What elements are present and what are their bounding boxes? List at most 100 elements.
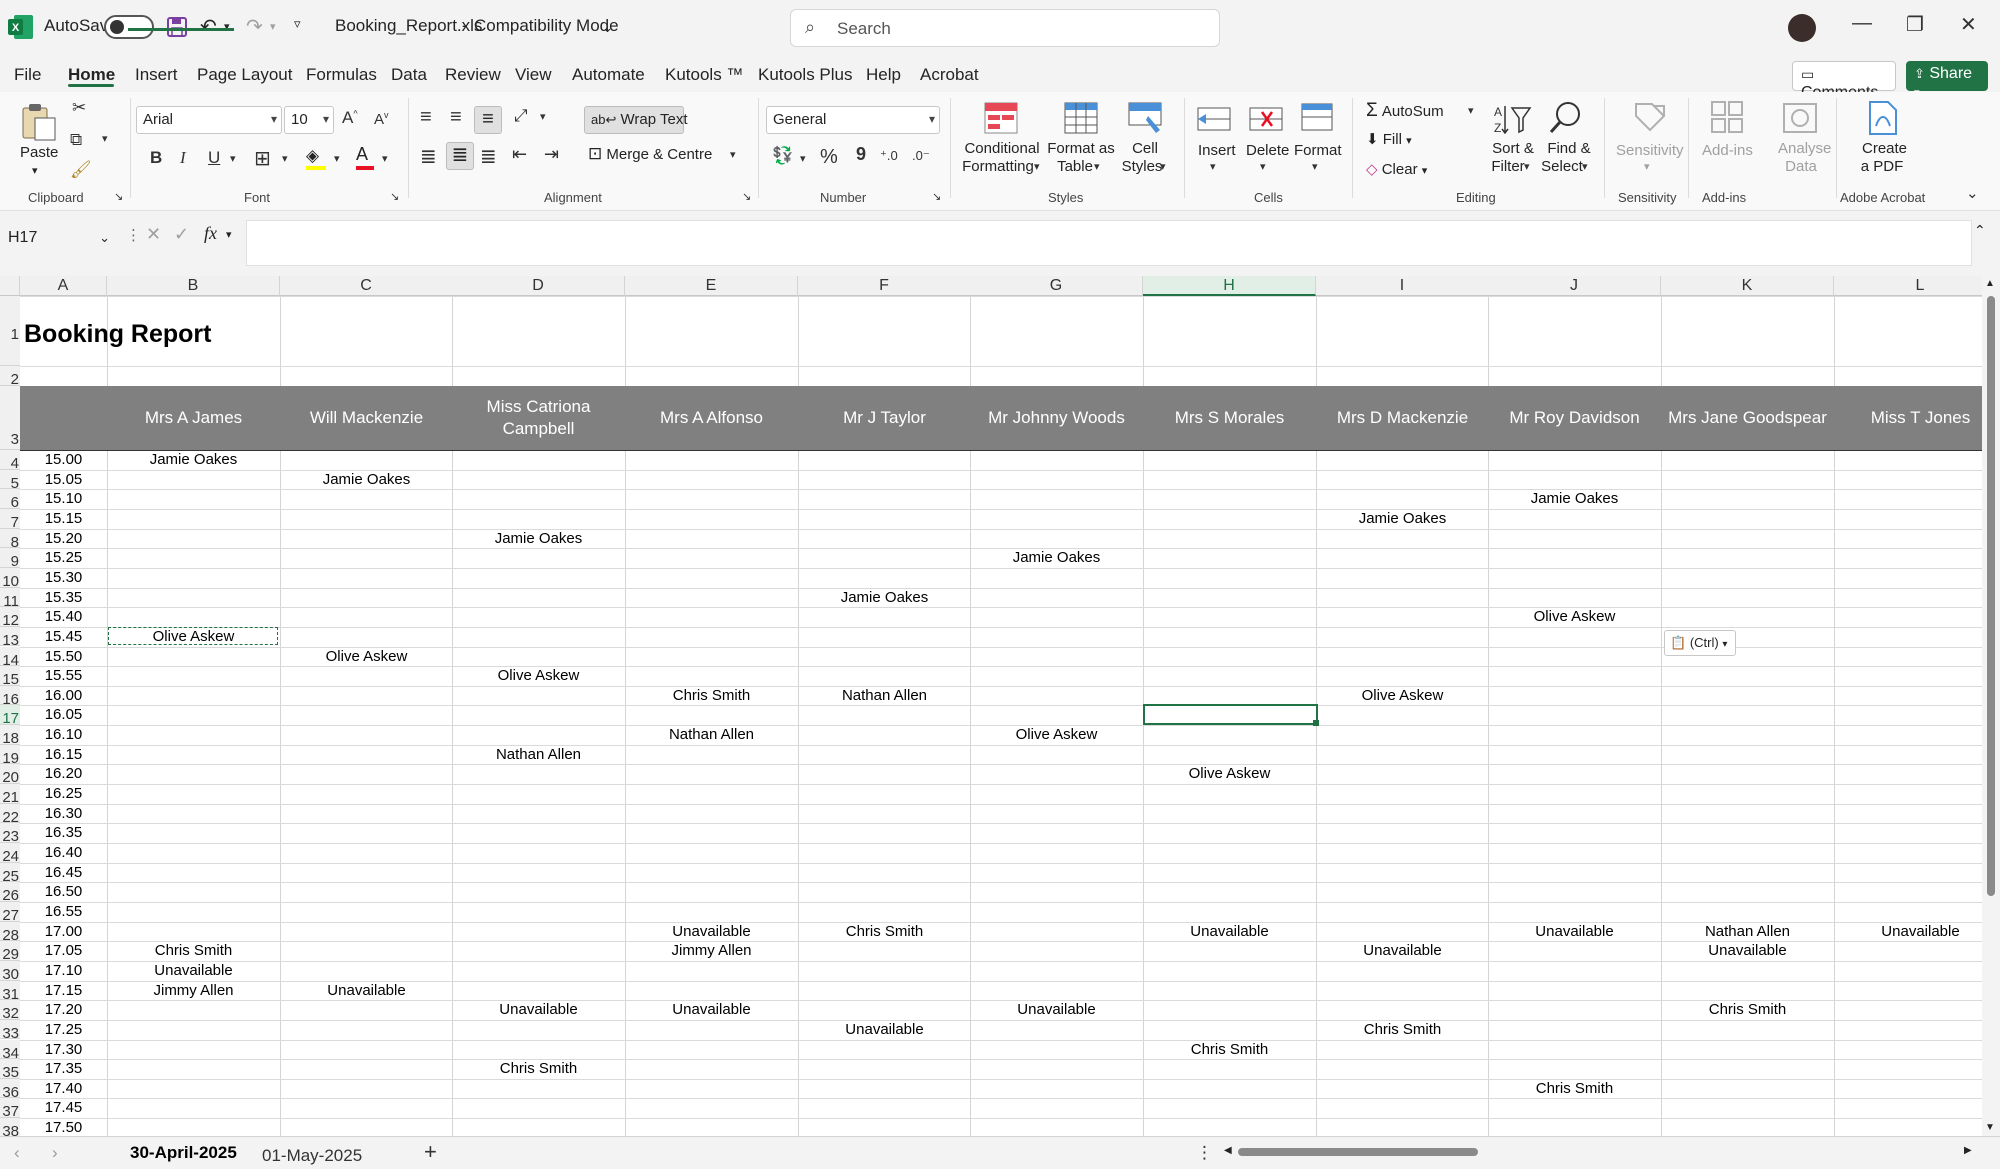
row-header[interactable]: 25: [0, 862, 20, 885]
report-title[interactable]: Booking Report: [24, 320, 212, 349]
booking-cell[interactable]: Jimmy Allen: [625, 942, 798, 959]
booking-cell[interactable]: Jamie Oakes: [452, 530, 625, 547]
booking-cell[interactable]: Unavailable: [280, 982, 453, 999]
find-select-icon[interactable]: [1548, 100, 1584, 141]
row-header[interactable]: 23: [0, 823, 20, 845]
scroll-down-icon[interactable]: ▼: [1985, 1122, 1995, 1133]
chevron-down-icon[interactable]: ▾: [1582, 160, 1588, 173]
accounting-dropdown-icon[interactable]: ▾: [800, 152, 806, 165]
decrease-indent-icon[interactable]: ⇤: [512, 144, 527, 165]
paste-dropdown-icon[interactable]: ▾: [32, 162, 38, 180]
cut-icon[interactable]: ✂: [72, 98, 86, 118]
increase-decimal-icon[interactable]: ⁺.0: [880, 148, 898, 164]
fill-color-dropdown-icon[interactable]: ▾: [334, 152, 340, 165]
undo-dropdown-icon[interactable]: ▾: [224, 20, 230, 33]
row-header[interactable]: 1: [0, 296, 20, 366]
column-header-d[interactable]: D: [452, 276, 625, 296]
booking-cell[interactable]: Unavailable: [452, 1001, 625, 1018]
row-header[interactable]: 24: [0, 843, 20, 865]
decrease-font-icon[interactable]: Av: [374, 110, 389, 128]
time-cell[interactable]: 15.25: [20, 549, 107, 566]
column-header-c[interactable]: C: [280, 276, 453, 296]
row-header[interactable]: 13: [0, 626, 20, 649]
chevron-down-icon[interactable]: ▾: [226, 228, 232, 241]
time-cell[interactable]: 15.55: [20, 667, 107, 684]
row-header[interactable]: 37: [0, 1098, 20, 1120]
align-center-icon[interactable]: ≣: [446, 142, 474, 170]
row-header[interactable]: 19: [0, 744, 20, 767]
tab-page-layout[interactable]: Page Layout: [197, 65, 292, 85]
booking-cell[interactable]: Jamie Oakes: [1488, 490, 1661, 507]
chevron-down-icon[interactable]: ▾: [1094, 160, 1100, 173]
align-top-icon[interactable]: ≡: [420, 106, 432, 129]
row-header[interactable]: 15: [0, 666, 20, 688]
delete-label[interactable]: Delete: [1246, 142, 1289, 160]
booking-cell[interactable]: Unavailable: [625, 1001, 798, 1018]
clipboard-launcher-icon[interactable]: ↘: [114, 190, 123, 203]
font-size-select[interactable]: 10 ▾: [284, 106, 334, 134]
create-pdf-label-1[interactable]: Create: [1862, 140, 1907, 158]
booking-cell[interactable]: Chris Smith: [798, 923, 971, 940]
underline-icon[interactable]: U: [208, 148, 220, 168]
underline-dropdown-icon[interactable]: ▾: [230, 152, 236, 165]
chevron-down-icon[interactable]: ▾: [1034, 160, 1040, 173]
row-header[interactable]: 34: [0, 1039, 20, 1062]
time-cell[interactable]: 17.30: [20, 1041, 107, 1058]
booking-cell[interactable]: Nathan Allen: [1661, 923, 1834, 940]
borders-icon[interactable]: ⊞: [254, 146, 271, 171]
vertical-scroll-thumb[interactable]: [1987, 296, 1995, 896]
booking-cell[interactable]: Jamie Oakes: [798, 589, 971, 606]
sheet-tab-30-april[interactable]: 30-April-2025: [130, 1143, 237, 1163]
tab-view[interactable]: View: [515, 65, 552, 85]
insert-function-icon[interactable]: fx: [204, 223, 217, 244]
conditional-formatting-label-2[interactable]: Formatting: [958, 158, 1038, 176]
tab-help[interactable]: Help: [866, 65, 901, 85]
column-header-g[interactable]: G: [970, 276, 1143, 296]
sort-filter-label-2[interactable]: Filter: [1488, 158, 1528, 176]
chevron-down-icon[interactable]: ▾: [1260, 160, 1266, 173]
cell-styles-label-2[interactable]: Styles: [1120, 158, 1164, 176]
horizontal-scrollbar[interactable]: ◀ ▶: [1222, 1143, 1978, 1161]
column-header-i[interactable]: I: [1316, 276, 1489, 296]
column-header-a[interactable]: A: [20, 276, 107, 296]
tab-automate[interactable]: Automate: [572, 65, 645, 85]
redo-dropdown-icon[interactable]: ▾: [270, 20, 276, 33]
bold-icon[interactable]: B: [150, 148, 162, 168]
booking-cell[interactable]: Chris Smith: [1488, 1080, 1661, 1097]
create-pdf-icon[interactable]: [1866, 100, 1900, 141]
booking-cell[interactable]: Olive Askew: [452, 667, 625, 684]
row-header[interactable]: 2: [0, 366, 20, 388]
time-cell[interactable]: 16.25: [20, 785, 107, 802]
row-header[interactable]: 35: [0, 1059, 20, 1081]
staff-header[interactable]: Mr Roy Davidson: [1488, 386, 1661, 450]
row-header[interactable]: 33: [0, 1019, 20, 1042]
column-header-f[interactable]: F: [798, 276, 971, 296]
booking-cell[interactable]: Jamie Oakes: [280, 471, 453, 488]
autosave-toggle[interactable]: [104, 15, 154, 39]
row-header[interactable]: 26: [0, 882, 20, 904]
row-header[interactable]: 36: [0, 1078, 20, 1101]
decrease-decimal-icon[interactable]: .0⁻: [912, 148, 930, 164]
copy-dropdown-icon[interactable]: ▾: [102, 132, 108, 145]
time-cell[interactable]: 17.20: [20, 1001, 107, 1018]
row-header[interactable]: 11: [0, 587, 20, 610]
time-cell[interactable]: 17.00: [20, 923, 107, 940]
customize-toolbar-icon[interactable]: ▿: [294, 16, 301, 32]
accounting-format-icon[interactable]: 💱: [772, 146, 793, 166]
time-cell[interactable]: 15.50: [20, 648, 107, 665]
font-color-dropdown-icon[interactable]: ▾: [382, 152, 388, 165]
booking-cell[interactable]: Chris Smith: [107, 942, 280, 959]
align-left-icon[interactable]: ≣: [420, 144, 437, 169]
orientation-dropdown-icon[interactable]: ▾: [540, 110, 546, 123]
alignment-launcher-icon[interactable]: ↘: [742, 190, 751, 203]
vertical-scrollbar[interactable]: ▲ ▼: [1982, 276, 2000, 1136]
scroll-up-icon[interactable]: ▲: [1985, 278, 1995, 289]
tab-data[interactable]: Data: [391, 65, 427, 85]
cell-styles-icon[interactable]: [1128, 102, 1162, 139]
booking-cell[interactable]: Unavailable: [798, 1021, 971, 1038]
increase-font-icon[interactable]: A^: [342, 108, 358, 128]
percent-icon[interactable]: %: [820, 146, 838, 169]
time-cell[interactable]: 15.20: [20, 530, 107, 547]
time-cell[interactable]: 16.45: [20, 864, 107, 881]
formula-input[interactable]: [246, 220, 1972, 266]
